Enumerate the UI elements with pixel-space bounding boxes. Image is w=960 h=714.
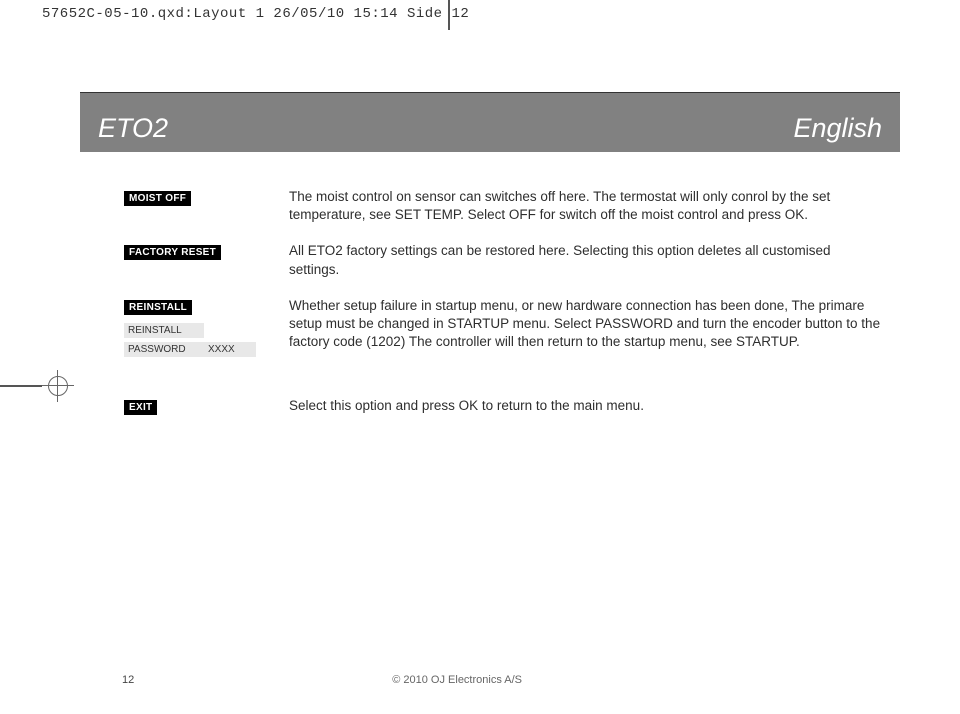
title-right: English [793,113,882,144]
title-left: ETO2 [98,113,168,144]
row-factory-reset: FACTORY RESET All ETO2 factory settings … [124,242,882,278]
content-area: MOIST OFF The moist control on sensor ca… [80,152,900,419]
desc-exit: Select this option and press OK to retur… [289,397,882,419]
sub-password-value: XXXX [204,342,256,357]
sub-reinstall-label: REINSTALL [124,323,204,338]
page-body: ETO2 English MOIST OFF The moist control… [0,22,960,419]
page-footer: 12 © 2010 OJ Electronics A/S [0,674,960,686]
label-col: REINSTALL REINSTALL PASSWORD XXXX [124,297,289,357]
footer-spacer [860,674,880,686]
label-col: EXIT [124,397,289,419]
tag-reinstall: REINSTALL [124,300,192,315]
row-moist-off: MOIST OFF The moist control on sensor ca… [124,188,882,224]
registration-circle [48,376,68,396]
label-col: MOIST OFF [124,188,289,224]
subrow-reinstall: REINSTALL [124,323,289,338]
tag-moist-off: MOIST OFF [124,191,191,206]
sub-password-label: PASSWORD [124,342,204,357]
crop-mark-left [0,385,42,387]
subrow-password: PASSWORD XXXX [124,342,289,357]
row-reinstall: REINSTALL REINSTALL PASSWORD XXXX Whethe… [124,297,882,357]
tag-exit: EXIT [124,400,157,415]
copyright: © 2010 OJ Electronics A/S [54,674,860,686]
label-col: FACTORY RESET [124,242,289,278]
desc-moist-off: The moist control on sensor can switches… [289,188,882,224]
desc-reinstall: Whether setup failure in startup menu, o… [289,297,882,357]
desc-factory-reset: All ETO2 factory settings can be restore… [289,242,882,278]
crop-mark-top [448,0,450,30]
title-band: ETO2 English [80,92,900,152]
tag-factory-reset: FACTORY RESET [124,245,221,260]
row-exit: EXIT Select this option and press OK to … [124,397,882,419]
print-file-header: 57652C-05-10.qxd:Layout 1 26/05/10 15:14… [0,0,960,22]
